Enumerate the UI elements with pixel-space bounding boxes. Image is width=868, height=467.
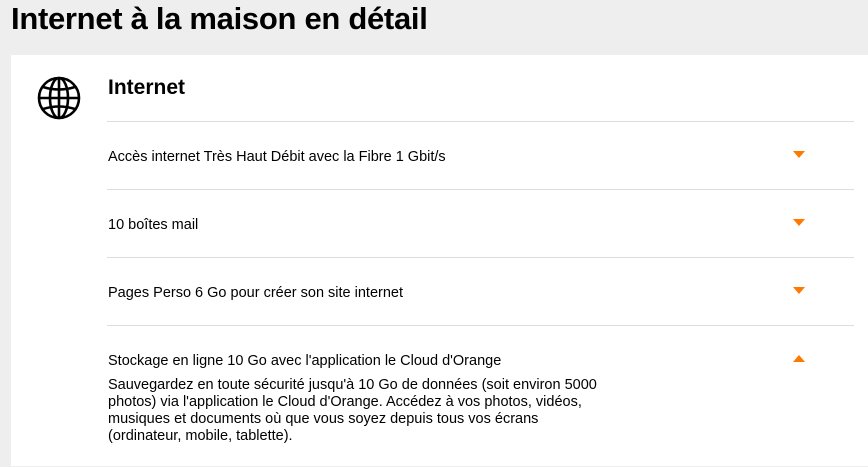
chevron-down-icon[interactable] [793,151,805,158]
accordion-item-label: Stockage en ligne 10 Go avec l'applicati… [108,353,502,369]
internet-card: Internet Accès internet Très Haut Débit … [11,55,868,466]
chevron-down-icon[interactable] [793,219,805,226]
accordion-item-cloud[interactable]: Stockage en ligne 10 Go avec l'applicati… [107,325,854,467]
accordion-item-description: Sauvegardez en toute sécurité jusqu'à 10… [108,377,597,444]
accordion-item-label: Pages Perso 6 Go pour créer son site int… [108,285,403,301]
chevron-down-icon[interactable] [793,287,805,294]
page-title: Internet à la maison en détail [11,1,428,36]
section-title: Internet [108,76,186,99]
chevron-up-icon[interactable] [793,355,805,362]
accordion-item-mail[interactable]: 10 boîtes mail [107,189,854,257]
accordion-item-label: 10 boîtes mail [108,217,199,233]
accordion-item-pages-perso[interactable]: Pages Perso 6 Go pour créer son site int… [107,257,854,325]
globe-icon [36,75,82,121]
accordion-item-fibre[interactable]: Accès internet Très Haut Débit avec la F… [107,121,854,189]
accordion-item-label: Accès internet Très Haut Débit avec la F… [108,149,446,165]
